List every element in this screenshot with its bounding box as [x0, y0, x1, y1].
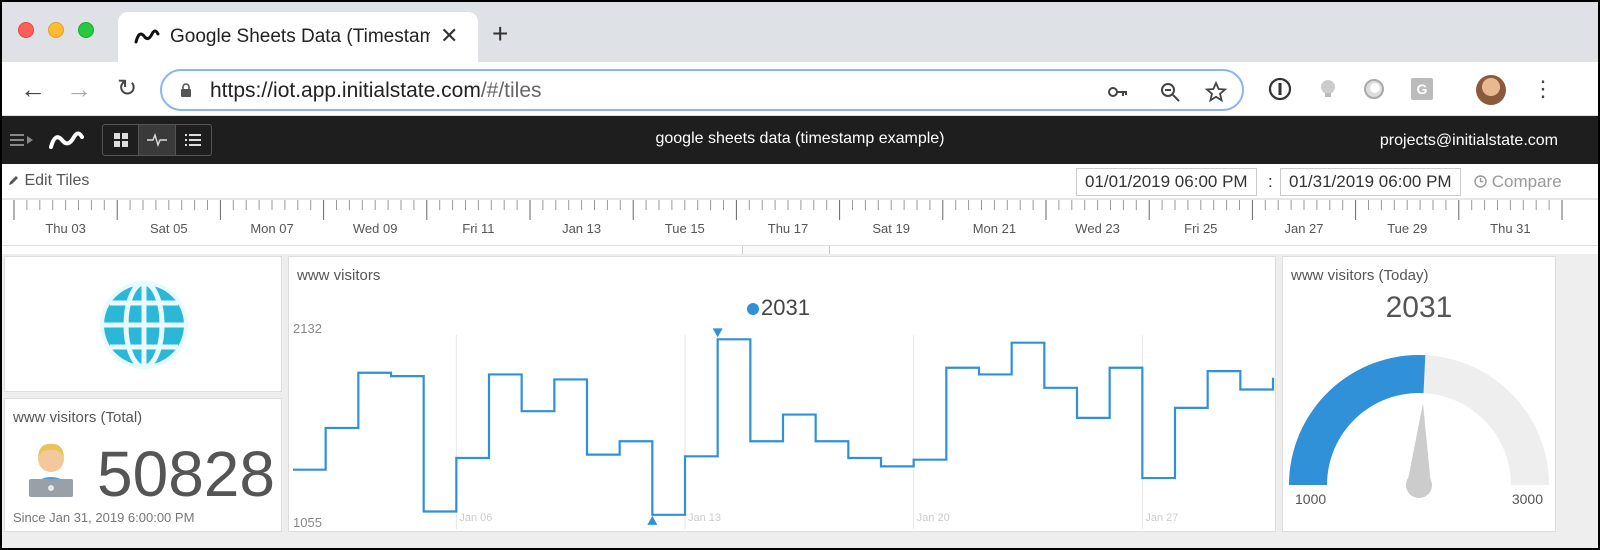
timeline-day-label: Mon 21: [972, 221, 1017, 236]
since-timestamp: Since Jan 31, 2019 6:00:00 PM: [13, 510, 195, 525]
globe-icon: [100, 280, 188, 370]
url-path: /#/tiles: [480, 79, 542, 102]
lock-icon: [181, 83, 191, 97]
edit-bar: Edit Tiles 01/01/2019 06:00 PM : 01/31/2…: [2, 164, 1598, 198]
compare-label: Compare: [1491, 172, 1562, 191]
gauge-max-label: 3000: [1511, 491, 1543, 507]
svg-text:G: G: [1417, 81, 1428, 97]
timeline-day-label: Sat 19: [872, 221, 910, 236]
tile-title: www visitors (Total): [13, 409, 143, 426]
timeline-day-label: Thu 31: [1490, 221, 1531, 236]
timeline-day-label: Jan 13: [562, 221, 602, 236]
compare-button[interactable]: Compare: [1474, 172, 1562, 192]
gauge-needle-hub: [1406, 472, 1432, 498]
gauge-min-label: 1000: [1295, 491, 1327, 507]
tab-title: Google Sheets Data (Timestamp Example): [170, 26, 430, 47]
user-email[interactable]: projects@initialstate.com: [1380, 132, 1558, 150]
x-tick-label: Jan 27: [1145, 512, 1178, 524]
end-date-input[interactable]: 01/31/2019 06:00 PM: [1280, 168, 1461, 196]
globe-image-tile[interactable]: [4, 256, 282, 392]
clock-icon: [1474, 175, 1487, 188]
visitors-line-chart-tile[interactable]: www visitors 2031 2132 1055 Jan 06 Jan 13…: [288, 256, 1276, 532]
key-icon[interactable]: [1106, 80, 1130, 104]
close-window-button[interactable]: [18, 22, 34, 38]
timeline-day-label: Wed 23: [1075, 221, 1120, 236]
url-host: https://iot.app.initialstate.com: [210, 79, 481, 102]
forward-arrow-icon[interactable]: →: [64, 74, 94, 104]
browser-tab-active[interactable]: Google Sheets Data (Timestamp Example) ✕: [118, 12, 478, 62]
min-marker: [647, 515, 658, 525]
initialstate-logo-icon: [134, 29, 160, 44]
star-bookmark-icon[interactable]: [1204, 80, 1228, 104]
grammarly-extension-icon[interactable]: G: [1410, 77, 1434, 101]
tab-strip: Google Sheets Data (Timestamp Example) ✕…: [2, 2, 1598, 62]
edit-tiles-label: Edit Tiles: [24, 172, 90, 189]
bucket-title: google sheets data (timestamp example): [655, 130, 945, 147]
back-arrow-icon[interactable]: ←: [18, 74, 48, 104]
total-visitors-value: 50828: [97, 438, 275, 510]
browser-toolbar: ← → ↻ https://iot.app.initialstate.com/#…: [2, 62, 1598, 116]
timeline-day-label: Wed 09: [352, 221, 398, 236]
today-visitors-gauge-tile[interactable]: www visitors (Today) 2031 1000 3000: [1282, 256, 1556, 532]
timeline-day-label: Thu 17: [767, 221, 809, 236]
today-visitors-value: 2031: [1385, 291, 1453, 324]
timeline-day-label: Mon 07: [250, 221, 294, 236]
timeline-day-label: Fri 11: [462, 221, 495, 236]
more-options-icon[interactable]: ⋮: [1532, 74, 1554, 104]
series-line-www-visitors[interactable]: [293, 338, 1275, 516]
app-header: google sheets data (timestamp example) p…: [2, 116, 1598, 164]
tiles-dashboard: www visitors (Total) 50828 Since Jan 31,…: [2, 254, 1598, 548]
pencil-icon: [9, 176, 18, 185]
timeline-day-label: Thu 03: [45, 221, 86, 236]
start-date-input[interactable]: 01/01/2019 06:00 PM: [1076, 168, 1257, 196]
lightbulb-extension-icon[interactable]: [1316, 77, 1340, 101]
circle-extension-icon[interactable]: [1362, 77, 1386, 101]
password-manager-icon[interactable]: [1268, 77, 1292, 101]
timeline-day-label: Tue 29: [1387, 221, 1428, 236]
date-separator: :: [1268, 172, 1273, 191]
timeline-day-label: Fri 25: [1184, 221, 1218, 236]
x-tick-label: Jan 06: [459, 512, 492, 524]
profile-avatar[interactable]: [1476, 75, 1506, 105]
timeline-ticks: [2, 198, 1598, 220]
tab-close-icon[interactable]: ✕: [440, 24, 458, 48]
browser-window: Google Sheets Data (Timestamp Example) ✕…: [2, 2, 1598, 548]
address-bar[interactable]: https://iot.app.initialstate.com/#/tiles: [160, 69, 1244, 111]
max-marker: [712, 328, 723, 338]
line-chart[interactable]: Jan 06 Jan 13 Jan 20 Jan 27: [289, 257, 1275, 531]
timeline-day-label: Sat 05: [150, 221, 188, 236]
timeline-day-label: Tue 15: [664, 221, 705, 236]
zoom-out-icon[interactable]: [1158, 80, 1182, 104]
edit-tiles-button[interactable]: Edit Tiles: [8, 172, 89, 190]
url-text: https://iot.app.initialstate.com/#/tiles: [210, 79, 542, 103]
timeline-day-label: Jan 27: [1284, 221, 1324, 236]
person-laptop-icon: [29, 443, 73, 497]
tile-title: www visitors (Today): [1291, 267, 1429, 284]
minimize-window-button[interactable]: [48, 22, 64, 38]
reload-icon[interactable]: ↻: [112, 74, 142, 104]
total-visitors-tile[interactable]: www visitors (Total) 50828 Since Jan 31,…: [4, 398, 282, 532]
gauge-fill: [1289, 355, 1426, 485]
timeline-ruler[interactable]: Thu 03 Sat 05 Mon 07 Wed 09 Fri 11 Jan 13 Tue …: [2, 198, 1598, 246]
gauge-chart: [1289, 355, 1549, 498]
new-tab-icon[interactable]: +: [492, 20, 508, 48]
x-tick-label: Jan 20: [917, 512, 950, 524]
maximize-window-button[interactable]: [78, 22, 94, 38]
x-tick-label: Jan 13: [688, 512, 721, 524]
